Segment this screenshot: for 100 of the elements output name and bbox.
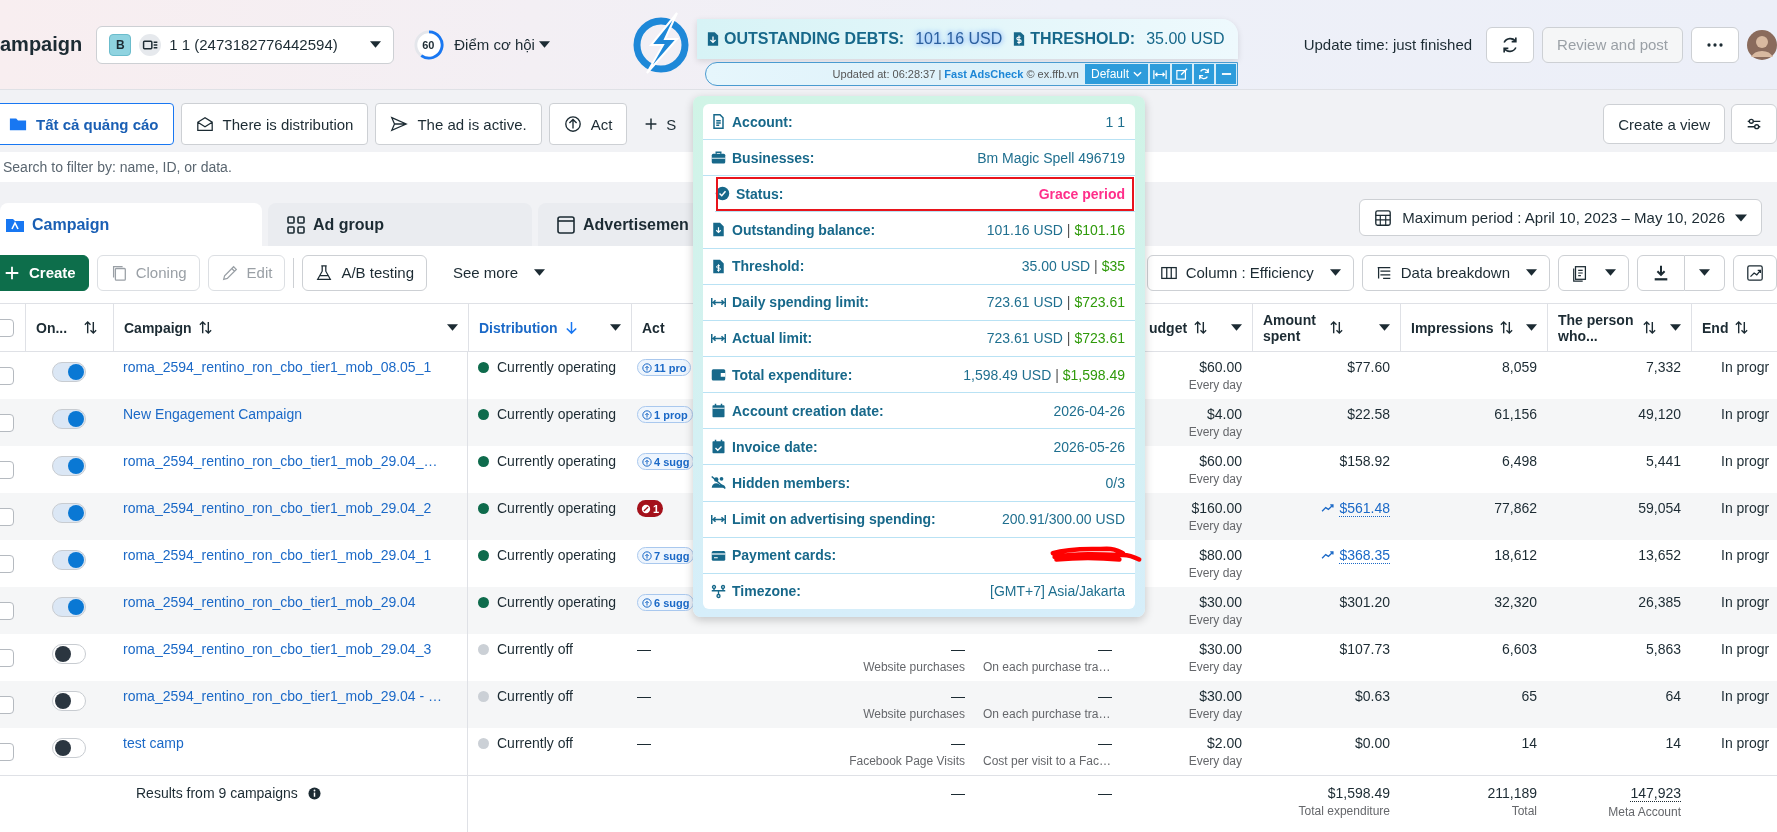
reach-value: 5,441 — [1645, 453, 1681, 469]
empty-value: — — [637, 735, 651, 751]
budget-period: Every day — [1188, 754, 1242, 768]
info-value: Bm Magic Spell 496719 — [977, 149, 1125, 166]
impressions-value: 8,059 — [1501, 359, 1537, 375]
amount-spent: $77.60 — [1347, 359, 1390, 375]
amount-spent: $0.00 — [1354, 735, 1390, 751]
amount-spent: $22.58 — [1347, 406, 1390, 422]
reach-value: 13,652 — [1638, 547, 1681, 563]
spent-total: $1,598.49 — [1327, 785, 1390, 801]
bid-total: — — [1098, 785, 1112, 801]
updated-text: Updated at: 06:28:37 | Fast AdsCheck © ex.ffb.vn — [832, 68, 1079, 80]
attribution-setting: Website purchases — [863, 660, 965, 674]
budget-period: Every day — [1188, 519, 1242, 533]
budget-value: $30.00 — [1199, 641, 1242, 657]
info-label: Status: — [736, 185, 784, 202]
info-label: Invoice date: — [732, 438, 818, 455]
amount-spent: $158.92 — [1339, 453, 1390, 469]
budget-period: Every day — [1188, 613, 1242, 627]
attribution-value: — — [951, 688, 965, 704]
info-value: 723.61 USD | $723.61 — [986, 294, 1125, 311]
info-label: Hidden members: — [732, 474, 851, 491]
budget-period: Every day — [1188, 425, 1242, 439]
amount-spent: $0.63 — [1354, 688, 1390, 704]
attribution-value: — — [951, 641, 965, 657]
impressions-value: 32,320 — [1494, 594, 1537, 610]
status-text: Currently operating — [497, 547, 617, 563]
status-text: Currently operating — [497, 500, 617, 516]
end-value: In progr — [1721, 500, 1770, 516]
impressions-total: 211,189 — [1487, 785, 1537, 801]
attribution-setting: Website purchases — [863, 707, 965, 721]
budget-value: $30.00 — [1199, 594, 1242, 610]
info-label: Total expenditure: — [732, 366, 853, 383]
reach-value: 59,054 — [1638, 500, 1681, 516]
threshold-label: THRESHOLD: — [1030, 30, 1136, 48]
impressions-value: 6,603 — [1501, 641, 1537, 657]
budget-period: Every day — [1188, 378, 1242, 392]
impressions-value: 6,498 — [1501, 453, 1537, 469]
info-label: Limit on advertising spending: — [732, 511, 936, 528]
end-value: In progr — [1721, 688, 1770, 704]
info-value: 723.61 USD | $723.61 — [986, 330, 1125, 347]
reach-value: 5,863 — [1645, 641, 1681, 657]
end-value: In progr — [1721, 547, 1770, 563]
end-value: In progr — [1721, 453, 1770, 469]
status-text: Currently operating — [497, 359, 617, 375]
reach-value: 14 — [1665, 735, 1681, 751]
budget-value: $4.00 — [1206, 406, 1242, 422]
outstanding-debts-label: OUTSTANDING DEBTS: — [724, 30, 905, 48]
status-text: Currently off — [497, 735, 573, 751]
info-value: 1,598.49 USD | $1,598.49 — [963, 366, 1125, 383]
reach-value: 49,120 — [1638, 406, 1681, 422]
impressions-value: 14 — [1521, 735, 1537, 751]
status-text: Currently operating — [497, 453, 617, 469]
total-label: Total — [1511, 804, 1537, 818]
info-label: Account: — [732, 113, 793, 130]
budget-value: $160.00 — [1191, 500, 1242, 516]
update-time: Update time: just finished — [1303, 36, 1473, 53]
budget-period: Every day — [1188, 472, 1242, 486]
budget-period: Every day — [1188, 707, 1242, 721]
total-label: Meta Account — [1608, 805, 1681, 819]
impressions-value: 65 — [1521, 688, 1537, 704]
bid-strategy: On each purchase tra… — [983, 707, 1111, 721]
budget-value: $80.00 — [1199, 547, 1242, 563]
budget-value: $60.00 — [1199, 359, 1242, 375]
reach-value: 64 — [1665, 688, 1681, 704]
info-label: Payment cards: — [732, 547, 837, 564]
status-text: Currently operating — [497, 406, 617, 422]
attribution-setting: Facebook Page Visits — [849, 754, 965, 768]
budget-value: $60.00 — [1199, 453, 1242, 469]
empty-value: — — [637, 641, 651, 657]
bid-strategy: Cost per visit to a Fac… — [983, 754, 1112, 768]
attribution-total: — — [951, 785, 965, 801]
info-label: Threshold: — [732, 258, 805, 275]
status-text: Currently off — [497, 688, 573, 704]
status-text: Currently operating — [497, 594, 617, 610]
attribution-value: — — [951, 735, 965, 751]
info-label: Timezone: — [732, 583, 801, 600]
status-text: Currently off — [497, 641, 573, 657]
reach-value: 26,385 — [1638, 594, 1681, 610]
score-value: 60 — [422, 38, 435, 51]
bid-strategy: On each purchase tra… — [983, 660, 1111, 674]
info-value: 35.00 USD | $35 — [1021, 258, 1125, 275]
info-value: [GMT+7] Asia/Jakarta — [990, 583, 1125, 600]
account-badge: B — [109, 33, 132, 56]
budget-value: $2.00 — [1206, 735, 1242, 751]
budget-value: $30.00 — [1199, 688, 1242, 704]
info-label: Actual limit: — [732, 330, 813, 347]
budget-period: Every day — [1188, 660, 1242, 674]
bid-value: — — [1098, 735, 1112, 751]
info-label: Businesses: — [732, 149, 815, 166]
amount-spent: $107.73 — [1339, 641, 1390, 657]
info-label: Daily spending limit: — [732, 294, 869, 311]
budget-period: Every day — [1188, 566, 1242, 580]
end-value: In progr — [1721, 735, 1770, 751]
info-value: 2026-04-26 — [1053, 402, 1125, 419]
info-value: 200.91/300.00 USD — [1002, 511, 1125, 528]
bid-value: — — [1098, 688, 1112, 704]
info-value: 101.16 USD | $101.16 — [986, 222, 1125, 238]
bid-value: — — [1098, 641, 1112, 657]
threshold-value: 35.00 USD — [1146, 30, 1225, 48]
